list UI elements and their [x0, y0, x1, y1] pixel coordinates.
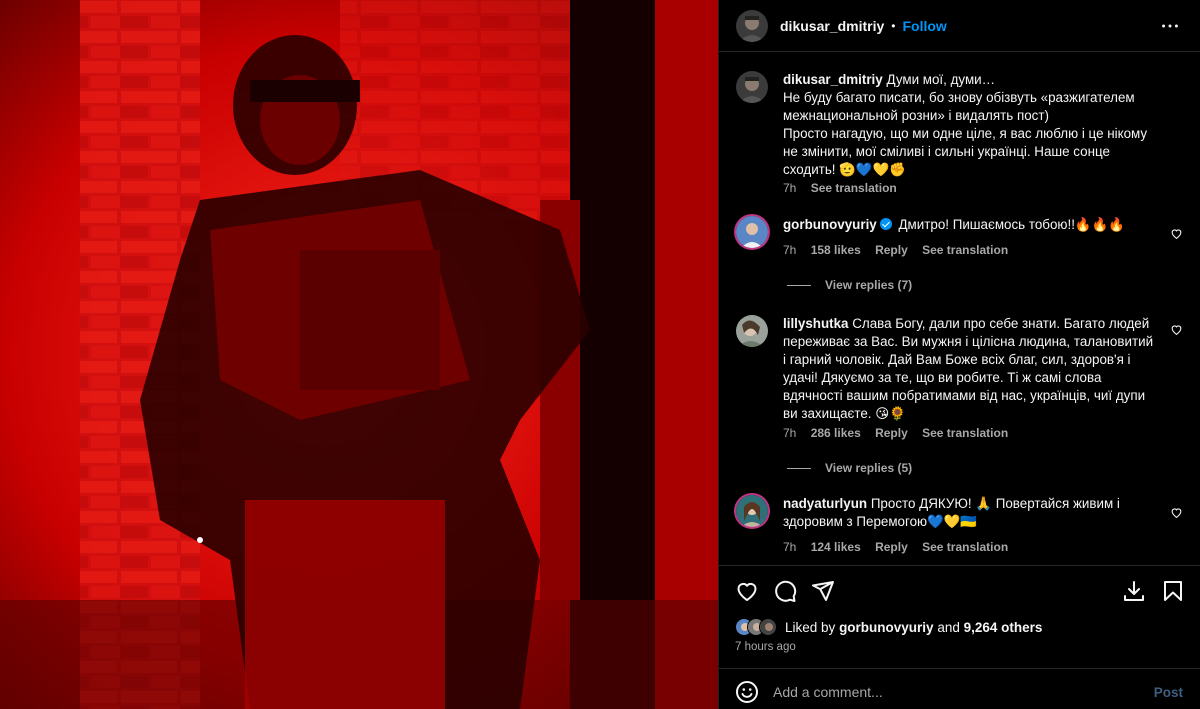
post-comment-button[interactable]: Post — [1154, 685, 1183, 700]
comment-author[interactable]: gorbunovyuriy — [783, 217, 877, 232]
verified-badge-icon — [879, 218, 892, 230]
comment-reply-button[interactable]: Reply — [875, 540, 908, 554]
liker-avatar[interactable] — [759, 618, 777, 636]
comments-list[interactable]: dikusar_dmitriy Думи мої, думи… Не буду … — [719, 53, 1200, 565]
liked-by-text: Liked by gorbunovyuriy and 9,264 others — [785, 620, 1042, 635]
comment-avatar[interactable] — [736, 315, 768, 347]
comment-body: lillyshutka Слава Богу, дали про себе зн… — [783, 315, 1155, 423]
comment-avatar[interactable] — [736, 216, 768, 248]
post-photo[interactable] — [0, 0, 718, 709]
liked-by-and: and — [937, 619, 960, 635]
comment-time[interactable]: 7h — [783, 243, 796, 257]
comment-author[interactable]: lillyshutka — [783, 316, 849, 331]
more-horizontal-icon[interactable] — [1159, 15, 1181, 40]
caption-time[interactable]: 7h — [783, 181, 796, 195]
liked-by-prefix: Liked by — [785, 619, 836, 635]
view-replies-line — [787, 284, 811, 286]
author-username[interactable]: dikusar_dmitriy — [780, 18, 884, 34]
caption-body: dikusar_dmitriy Думи мої, думи… Не буду … — [783, 71, 1155, 179]
comment-heart-icon[interactable] — [1170, 227, 1183, 240]
comment-heart-icon[interactable] — [1170, 323, 1183, 336]
post-header: dikusar_dmitriy • Follow — [719, 0, 1200, 52]
comment-likes[interactable]: 124 likes — [811, 540, 861, 554]
comment-see-translation[interactable]: See translation — [922, 243, 1008, 257]
comment-time[interactable]: 7h — [783, 426, 796, 440]
comment-reply-button[interactable]: Reply — [875, 243, 908, 257]
bookmark-icon[interactable] — [1161, 579, 1185, 603]
caption-author-avatar[interactable] — [736, 71, 768, 103]
comment-text: Слава Богу, дали про себе знати. Багато … — [783, 316, 1154, 421]
post-actions: Liked by gorbunovyuriy and 9,264 others … — [719, 565, 1200, 660]
caption-text: Думи мої, думи… Не буду багато писати, б… — [783, 72, 1148, 177]
add-comment-bar: Post — [719, 668, 1200, 709]
comment-time[interactable]: 7h — [783, 540, 796, 554]
comment-body: gorbunovyuriy Дмитро! Пишаємось тобою!!🔥… — [783, 216, 1155, 234]
liked-by-user[interactable]: gorbunovyuriy — [839, 620, 934, 635]
comment-likes[interactable]: 286 likes — [811, 426, 861, 440]
post-timestamp[interactable]: 7 hours ago — [735, 641, 796, 653]
comment-meta: 7h 286 likes Reply See translation — [783, 426, 1019, 440]
author-avatar[interactable] — [736, 9, 768, 42]
liked-by: Liked by gorbunovyuriy and 9,264 others — [735, 618, 1042, 636]
download-icon[interactable] — [1122, 579, 1146, 603]
comment-meta: 7h 158 likes Reply See translation — [783, 243, 1019, 257]
caption-author[interactable]: dikusar_dmitriy — [783, 72, 883, 87]
comment-reply-button[interactable]: Reply — [875, 426, 908, 440]
comment-likes[interactable]: 158 likes — [811, 243, 861, 257]
comment-text: Дмитро! Пишаємось тобою!!🔥🔥🔥 — [898, 217, 1125, 232]
comment-author[interactable]: nadyaturlyun — [783, 496, 867, 511]
caption-see-translation[interactable]: See translation — [811, 181, 897, 195]
post-details-panel: dikusar_dmitriy • Follow dikusar_dmitriy… — [718, 0, 1200, 709]
caption-meta: 7h See translation — [783, 181, 908, 195]
comment-icon[interactable] — [773, 579, 797, 603]
view-replies-button[interactable]: View replies (5) — [787, 461, 912, 475]
share-paper-plane-icon[interactable] — [811, 579, 835, 603]
heart-icon[interactable] — [735, 579, 759, 603]
follow-button[interactable]: Follow — [902, 18, 946, 34]
view-replies-label: View replies (7) — [825, 278, 913, 292]
comment-heart-icon[interactable] — [1170, 506, 1183, 519]
liked-by-others[interactable]: 9,264 others — [964, 620, 1043, 635]
view-replies-button[interactable]: View replies (7) — [787, 278, 912, 292]
comment-body: nadyaturlyun Просто ДЯКУЮ! 🙏 Повертайся … — [783, 495, 1155, 531]
comment-see-translation[interactable]: See translation — [922, 540, 1008, 554]
comment-see-translation[interactable]: See translation — [922, 426, 1008, 440]
comment-input[interactable] — [773, 678, 1133, 706]
comment-avatar[interactable] — [736, 495, 768, 527]
header-separator: • — [891, 18, 896, 33]
comment-meta: 7h 124 likes Reply See translation — [783, 540, 1019, 554]
emoji-icon[interactable] — [735, 680, 759, 704]
view-replies-line — [787, 467, 811, 469]
view-replies-label: View replies (5) — [825, 461, 913, 475]
post-photo-image — [0, 0, 718, 709]
